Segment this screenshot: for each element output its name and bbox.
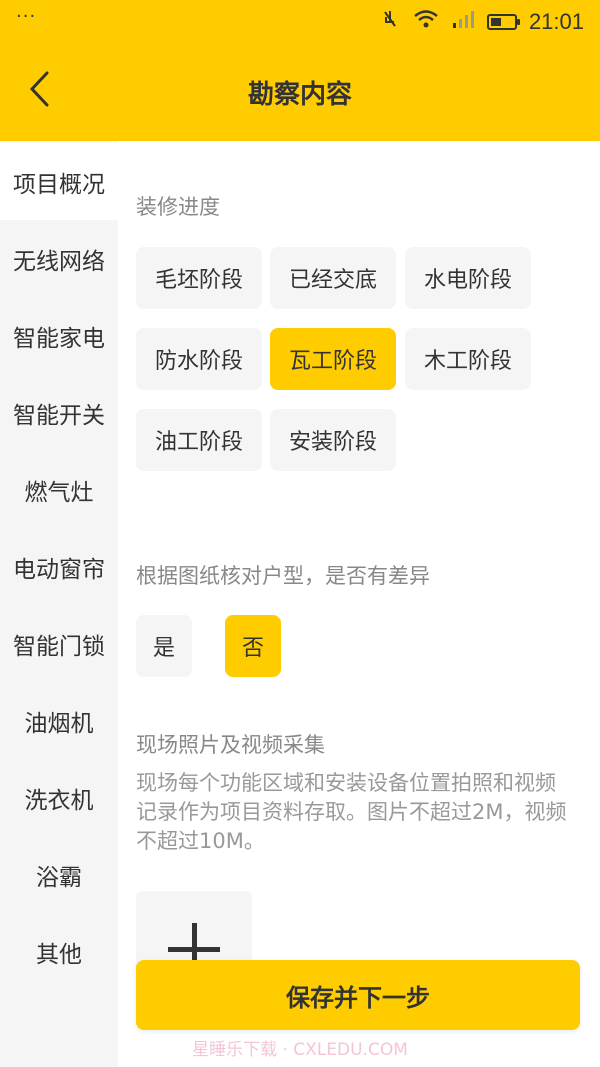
sidebar-item-appliances[interactable]: 智能家电 bbox=[0, 297, 118, 374]
save-next-button[interactable]: 保存并下一步 bbox=[136, 960, 580, 1030]
sidebar-item-switches[interactable]: 智能开关 bbox=[0, 374, 118, 451]
progress-option[interactable]: 已经交底 bbox=[270, 247, 396, 309]
progress-option-selected[interactable]: 瓦工阶段 bbox=[270, 328, 396, 390]
no-option[interactable]: 否 bbox=[225, 615, 281, 677]
sidebar-item-washer[interactable]: 洗衣机 bbox=[0, 759, 118, 836]
media-label: 现场照片及视频采集 bbox=[136, 733, 325, 757]
category-sidebar: 项目概况 无线网络 智能家电 智能开关 燃气灶 电动窗帘 智能门锁 油烟机 洗衣… bbox=[0, 141, 118, 1067]
sidebar-item-bath-heater[interactable]: 浴霸 bbox=[0, 836, 118, 913]
progress-option[interactable]: 毛坯阶段 bbox=[136, 247, 262, 309]
sidebar-item-door-lock[interactable]: 智能门锁 bbox=[0, 605, 118, 682]
progress-option[interactable]: 水电阶段 bbox=[405, 247, 531, 309]
sidebar-item-gas-stove[interactable]: 燃气灶 bbox=[0, 451, 118, 528]
progress-label: 装修进度 bbox=[136, 195, 220, 219]
status-time: 21:01 bbox=[528, 8, 584, 34]
sidebar-item-curtains[interactable]: 电动窗帘 bbox=[0, 528, 118, 605]
status-bar: ··· 21:01 bbox=[0, 0, 600, 44]
app-header: ··· 21:01 勘察内容 bbox=[0, 0, 600, 141]
page-title: 勘察内容 bbox=[247, 80, 352, 110]
notification-dots: ··· bbox=[16, 6, 37, 27]
status-icons: 21:01 bbox=[379, 8, 584, 35]
sidebar-item-overview[interactable]: 项目概况 bbox=[0, 143, 118, 220]
sidebar-item-other[interactable]: 其他 bbox=[0, 913, 118, 990]
signal-icon bbox=[451, 9, 475, 34]
progress-option[interactable]: 安装阶段 bbox=[270, 409, 396, 471]
wifi-icon bbox=[413, 9, 439, 34]
layout-check-label: 根据图纸核对户型，是否有差异 bbox=[136, 564, 430, 588]
sidebar-item-range-hood[interactable]: 油烟机 bbox=[0, 682, 118, 759]
progress-option[interactable]: 木工阶段 bbox=[405, 328, 531, 390]
media-description: 现场每个功能区域和安装设备位置拍照和视频记录作为项目资料存取。图片不超过2M，视… bbox=[136, 771, 567, 853]
mute-icon bbox=[379, 8, 401, 35]
progress-option[interactable]: 油工阶段 bbox=[136, 409, 262, 471]
progress-option[interactable]: 防水阶段 bbox=[136, 328, 262, 390]
sidebar-item-wifi[interactable]: 无线网络 bbox=[0, 220, 118, 297]
survey-form: 装修进度 毛坯阶段 已经交底 水电阶段 防水阶段 瓦工阶段 木工阶段 油工阶段 … bbox=[118, 141, 600, 1067]
watermark: 星睡乐下载 · CXLEDU.COM bbox=[192, 1040, 408, 1060]
yes-option[interactable]: 是 bbox=[136, 615, 192, 677]
nav-bar: 勘察内容 bbox=[0, 44, 600, 141]
battery-icon bbox=[486, 13, 520, 30]
